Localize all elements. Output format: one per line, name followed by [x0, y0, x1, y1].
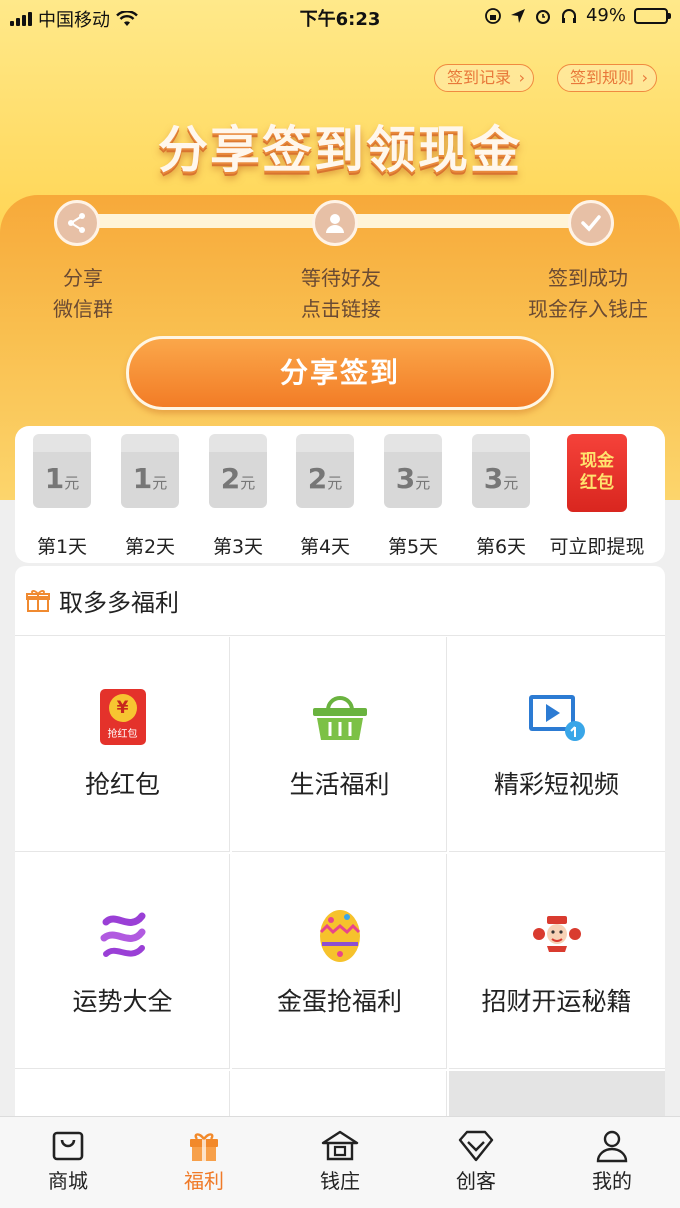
battery-percent: 49% — [585, 5, 626, 26]
chevron-right-icon: › — [641, 68, 649, 87]
reward-amount: 3 — [483, 462, 504, 495]
reward-unit: 元 — [327, 474, 343, 492]
sign-in-rules-button[interactable]: 签到规则 › — [557, 64, 658, 92]
day-label: 第5天 — [387, 536, 439, 558]
welfare-header: 取多多福利 — [15, 566, 665, 636]
tile-label: 生活福利 — [289, 770, 390, 799]
locked-envelope-icon: 2元 — [296, 434, 354, 508]
share-sign-in-button[interactable]: 分享签到 — [126, 336, 554, 410]
profile-icon — [596, 1130, 628, 1163]
reward-amount: 1 — [132, 462, 153, 495]
reward-unit: 元 — [152, 474, 168, 492]
tile-label: 精彩短视频 — [493, 770, 619, 799]
location-icon — [510, 8, 525, 23]
bottom-tab-bar: 商城 福利 钱庄 创客 我的 — [0, 1116, 680, 1208]
day-label: 第1天 — [36, 536, 88, 558]
tab-creator[interactable]: 创客 — [408, 1117, 544, 1208]
day-reward-1: 1元 第1天 — [33, 434, 93, 559]
fortune-tips-tile[interactable]: 招财开运秘籍 — [449, 854, 665, 1069]
reward-amount: 2 — [307, 462, 328, 495]
reward-amount: 3 — [395, 462, 416, 495]
reward-amount: 1 — [44, 462, 65, 495]
tile-label: 运势大全 — [72, 987, 173, 1016]
tile-label: 金蛋抢福利 — [276, 987, 402, 1016]
step-share-label: 分享 微信群 — [53, 266, 113, 321]
step-success-label: 签到成功 现金存入钱庄 — [528, 266, 648, 321]
step-wait-label: 等待好友 点击链接 — [301, 266, 381, 321]
red-envelope-badge: 抢红包 — [107, 729, 138, 740]
day-reward-6: 3元 第6天 — [472, 434, 532, 559]
golden-egg-tile[interactable]: 金蛋抢福利 — [232, 854, 447, 1069]
shopping-bag-icon — [52, 1131, 84, 1161]
cash-red-envelope-icon: 现金 红包 — [567, 434, 627, 512]
gift-icon — [190, 1133, 218, 1161]
fortune-tile[interactable]: 运势大全 — [15, 854, 230, 1069]
tab-label: 福利 — [184, 1169, 224, 1193]
reward-amount: 2 — [220, 462, 241, 495]
day-label: 第4天 — [299, 536, 351, 558]
sign-in-rules-label: 签到规则 — [570, 68, 635, 87]
rotation-lock-icon — [485, 7, 501, 24]
locked-envelope-icon: 2元 — [209, 434, 267, 508]
reward-unit: 元 — [240, 474, 256, 492]
red-envelope-icon: ¥ 抢红包 — [99, 689, 146, 745]
grab-red-envelope-tile[interactable]: ¥ 抢红包 抢红包 — [15, 637, 230, 852]
basket-icon — [312, 696, 367, 740]
locked-envelope-icon: 3元 — [384, 434, 442, 508]
fortune-wave-icon — [100, 912, 145, 957]
reward-unit: 元 — [503, 474, 519, 492]
tab-label: 商城 — [48, 1169, 88, 1193]
share-icon — [54, 200, 100, 246]
tab-welfare[interactable]: 福利 — [136, 1117, 272, 1208]
gift-outline-icon — [26, 589, 50, 612]
tab-bank[interactable]: 钱庄 — [272, 1117, 408, 1208]
reward-unit: 元 — [64, 474, 80, 492]
alarm-icon — [535, 9, 550, 24]
golden-egg-icon — [319, 910, 360, 962]
page-title: 分享签到领现金 — [158, 121, 522, 179]
daily-reward-strip: 1元 第1天 1元 第2天 2元 第3天 2元 第4天 3元 第5天 3元 第6… — [15, 426, 665, 563]
locked-envelope-icon: 1元 — [121, 434, 179, 508]
fortune-god-icon — [532, 916, 581, 952]
bank-icon — [321, 1130, 359, 1161]
tile-label: 抢红包 — [84, 770, 160, 799]
headphones-icon — [561, 8, 576, 23]
day-reward-3: 2元 第3天 — [209, 434, 269, 559]
withdraw-label: 可立即提现 — [549, 536, 645, 558]
short-video-tile[interactable]: 精彩短视频 — [449, 637, 665, 852]
day-reward-4: 2元 第4天 — [296, 434, 356, 559]
video-icon — [528, 695, 585, 741]
day-label: 第2天 — [124, 536, 176, 558]
day-reward-2: 1元 第2天 — [121, 434, 181, 559]
locked-envelope-icon: 1元 — [33, 434, 91, 508]
day-reward-final: 现金 红包 可立即提现 — [549, 434, 645, 559]
day-reward-5: 3元 第5天 — [384, 434, 444, 559]
tab-label: 钱庄 — [320, 1169, 360, 1193]
welfare-title: 取多多福利 — [59, 589, 179, 617]
day-label: 第6天 — [475, 536, 527, 558]
reward-unit: 元 — [415, 474, 431, 492]
tile-label: 招财开运秘籍 — [481, 987, 632, 1016]
chevron-right-icon: › — [518, 68, 526, 87]
status-bar: 中国移动 下午6:23 49% — [0, 0, 680, 34]
user-icon — [312, 200, 358, 246]
tab-label: 创客 — [456, 1169, 496, 1193]
sign-in-record-label: 签到记录 — [447, 68, 512, 87]
diamond-icon — [458, 1130, 494, 1162]
tab-mall[interactable]: 商城 — [0, 1117, 136, 1208]
sign-in-record-button[interactable]: 签到记录 › — [434, 64, 535, 92]
tab-profile[interactable]: 我的 — [544, 1117, 680, 1208]
battery-icon — [634, 7, 671, 24]
check-icon — [568, 200, 614, 246]
welfare-section: 取多多福利 ¥ 抢红包 抢红包 生活福利 精彩短视频 运势大全 金蛋抢福利 招财… — [15, 566, 665, 1141]
day-label: 第3天 — [212, 536, 264, 558]
life-welfare-tile[interactable]: 生活福利 — [232, 637, 447, 852]
locked-envelope-icon: 3元 — [472, 434, 530, 508]
tab-label: 我的 — [592, 1169, 632, 1193]
